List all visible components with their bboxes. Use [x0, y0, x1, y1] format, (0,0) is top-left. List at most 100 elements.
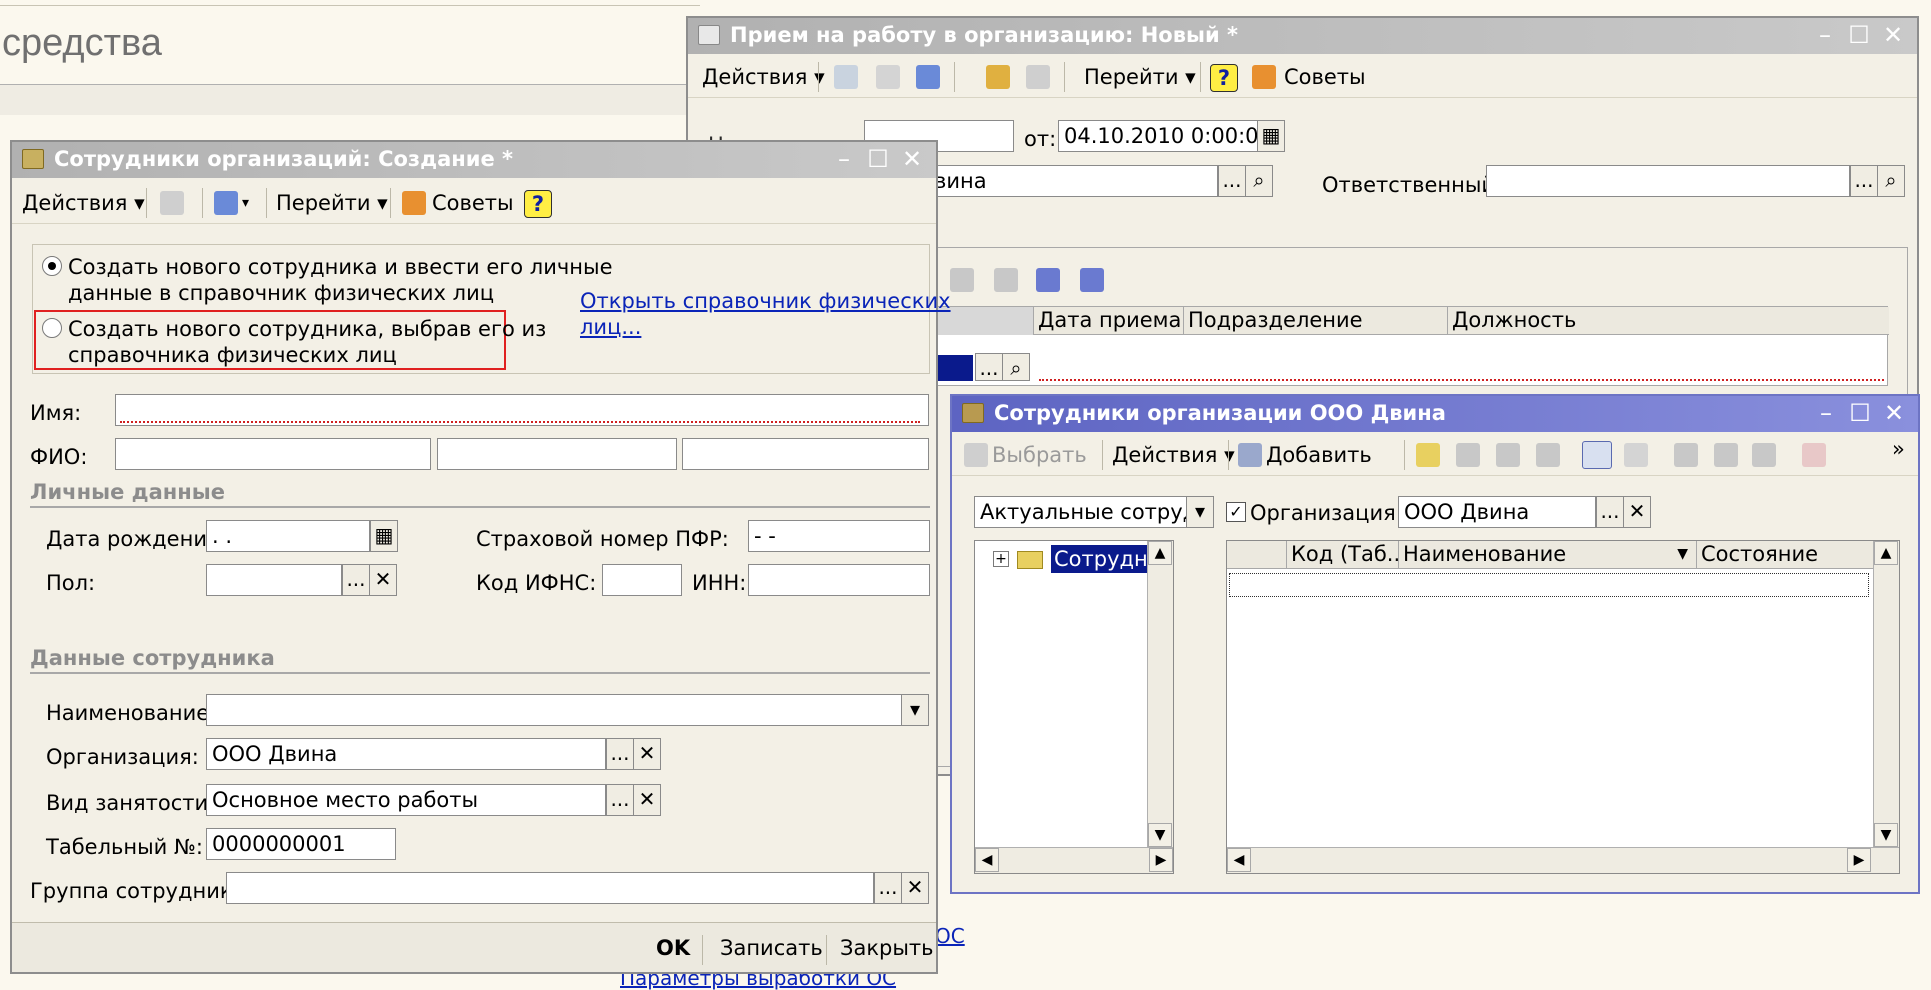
- create-window-titlebar[interactable]: Сотрудники организаций: Создание * – ☐ ✕: [12, 142, 936, 178]
- radio-create-new-label-2[interactable]: данные в справочник физических лиц: [68, 280, 494, 306]
- open-persons-directory-link[interactable]: Открыть справочник физических: [580, 288, 951, 314]
- search-icon[interactable]: ⌕: [1877, 165, 1905, 197]
- select-organization-button[interactable]: ...: [606, 738, 634, 770]
- back-arrow-icon[interactable]: [834, 65, 858, 89]
- move-down-icon[interactable]: [994, 268, 1018, 292]
- filter-value-icon[interactable]: [1714, 443, 1738, 467]
- maximize-icon[interactable]: ☐: [864, 145, 892, 173]
- sort-descending-icon[interactable]: [1080, 268, 1104, 292]
- calendar-icon[interactable]: ▦: [370, 520, 398, 552]
- create-employee-window[interactable]: Сотрудники организаций: Создание * – ☐ ✕…: [10, 140, 951, 974]
- radio-create-new[interactable]: [42, 256, 62, 276]
- chevron-down-icon[interactable]: ▾: [901, 694, 929, 726]
- create-actions-menu[interactable]: Действия ▾: [22, 182, 145, 224]
- hire-tips-button[interactable]: Советы: [1284, 56, 1366, 98]
- hierarchy-icon[interactable]: [1456, 443, 1480, 467]
- add-icon[interactable]: [1238, 443, 1262, 467]
- hire-goto-menu[interactable]: Перейти ▾: [1084, 56, 1196, 98]
- organization-field[interactable]: ООО Двина: [206, 738, 606, 770]
- list-vertical-scrollbar[interactable]: ▲ ▼: [1873, 541, 1899, 847]
- select-responsible-button[interactable]: ...: [1850, 165, 1878, 197]
- chevron-down-icon[interactable]: ▾: [1186, 496, 1214, 528]
- maximize-icon[interactable]: ☐: [1846, 399, 1874, 427]
- add-button[interactable]: Добавить: [1266, 434, 1372, 476]
- group-tree[interactable]: + Сотрудники о ▲ ▼ ◀ ▶: [974, 540, 1174, 874]
- edit-icon[interactable]: [1536, 443, 1560, 467]
- minimize-icon[interactable]: –: [1812, 399, 1840, 427]
- move-up-icon[interactable]: [950, 268, 974, 292]
- scroll-right-icon[interactable]: ▶: [1149, 848, 1173, 872]
- create-tips-button[interactable]: Советы: [432, 182, 514, 224]
- select-organization-button[interactable]: ...: [1218, 165, 1246, 197]
- save-button[interactable]: Записать: [720, 927, 823, 969]
- tree-vertical-scrollbar[interactable]: ▲ ▼: [1147, 541, 1173, 847]
- employee-list-window[interactable]: Сотрудники организации ООО Двина – ☐ ✕ В…: [950, 394, 1920, 894]
- more-button[interactable]: »: [1892, 434, 1905, 476]
- refresh-icon[interactable]: [1624, 443, 1648, 467]
- open-persons-directory-link-2[interactable]: лиц...: [580, 314, 641, 340]
- radio-select-existing-label[interactable]: Создать нового сотрудника, выбрав его из: [68, 316, 546, 342]
- background-link-os[interactable]: ОС: [935, 924, 965, 948]
- filter-history-icon[interactable]: [1752, 443, 1776, 467]
- organization-field[interactable]: вина: [928, 165, 1218, 197]
- expand-icon[interactable]: +: [993, 551, 1009, 567]
- inn-field[interactable]: [748, 564, 930, 596]
- column-header[interactable]: Дата приема: [1034, 307, 1184, 335]
- employment-field[interactable]: Основное место работы: [206, 784, 606, 816]
- search-icon[interactable]: ⌕: [1002, 353, 1030, 381]
- title-field[interactable]: [206, 694, 902, 726]
- column-header[interactable]: Состояние: [1697, 541, 1873, 569]
- gender-field[interactable]: [206, 564, 342, 596]
- minimize-icon[interactable]: –: [830, 145, 858, 173]
- first-name-field[interactable]: [437, 438, 677, 470]
- list-horizontal-scrollbar[interactable]: ◀ ▶: [1227, 847, 1899, 873]
- add-group-icon[interactable]: [1416, 443, 1440, 467]
- filter-icon[interactable]: [1674, 443, 1698, 467]
- radio-create-new-label[interactable]: Создать нового сотрудника и ввести его л…: [68, 254, 613, 280]
- organization-checkbox[interactable]: ✓: [1226, 502, 1246, 522]
- select-gender-button[interactable]: ...: [342, 564, 370, 596]
- close-button[interactable]: Закрыть: [840, 927, 934, 969]
- hire-actions-menu[interactable]: Действия ▾: [702, 56, 825, 98]
- patronymic-field[interactable]: [682, 438, 929, 470]
- move-to-group-icon[interactable]: [1496, 443, 1520, 467]
- search-icon[interactable]: ⌕: [1245, 165, 1273, 197]
- radio-select-existing-label-2[interactable]: справочника физических лиц: [68, 342, 397, 368]
- create-help-button[interactable]: ?: [524, 190, 552, 218]
- calendar-icon[interactable]: ▦: [1257, 120, 1285, 152]
- back-arrow-icon[interactable]: [160, 191, 184, 215]
- sort-ascending-icon[interactable]: [1036, 268, 1060, 292]
- pfr-field[interactable]: - -: [748, 520, 930, 552]
- tree-horizontal-scrollbar[interactable]: ◀ ▶: [975, 847, 1173, 873]
- birth-date-field[interactable]: . .: [206, 520, 370, 552]
- date-field[interactable]: 04.10.2010 0:00:00: [1058, 120, 1258, 152]
- clear-icon[interactable]: ✕: [1623, 496, 1651, 528]
- scroll-left-icon[interactable]: ◀: [975, 848, 999, 872]
- scroll-up-icon[interactable]: ▲: [1874, 541, 1898, 565]
- list-actions-menu[interactable]: Действия ▾: [1112, 434, 1235, 476]
- scroll-right-icon[interactable]: ▶: [1847, 848, 1871, 872]
- select-icon[interactable]: [964, 443, 988, 467]
- transfer-icon[interactable]: [916, 65, 940, 89]
- select-group-button[interactable]: ...: [874, 872, 902, 904]
- transfer-dropdown[interactable]: ▾: [242, 182, 249, 224]
- tips-icon[interactable]: [1252, 65, 1276, 89]
- select-organization-button[interactable]: ...: [1596, 496, 1624, 528]
- radio-select-existing[interactable]: [42, 318, 62, 338]
- clear-icon[interactable]: ✕: [901, 872, 929, 904]
- close-icon[interactable]: ✕: [1879, 21, 1907, 49]
- clear-icon[interactable]: ✕: [633, 738, 661, 770]
- select-button[interactable]: Выбрать: [992, 434, 1087, 476]
- scroll-down-icon[interactable]: ▼: [1148, 823, 1172, 847]
- ifns-field[interactable]: [602, 564, 682, 596]
- refresh-icon[interactable]: [876, 65, 900, 89]
- unpost-document-icon[interactable]: [1026, 65, 1050, 89]
- surname-field[interactable]: [115, 438, 431, 470]
- organization-filter-field[interactable]: ООО Двина: [1398, 496, 1596, 528]
- tips-icon[interactable]: [402, 191, 426, 215]
- transfer-icon[interactable]: [214, 191, 238, 215]
- hire-help-button[interactable]: ?: [1210, 64, 1238, 92]
- maximize-icon[interactable]: ☐: [1845, 21, 1873, 49]
- column-header[interactable]: Подразделение: [1184, 307, 1448, 335]
- employee-list-table[interactable]: Код (Таб... Наименование ▼ Состояние ▲ ▼ …: [1226, 540, 1900, 874]
